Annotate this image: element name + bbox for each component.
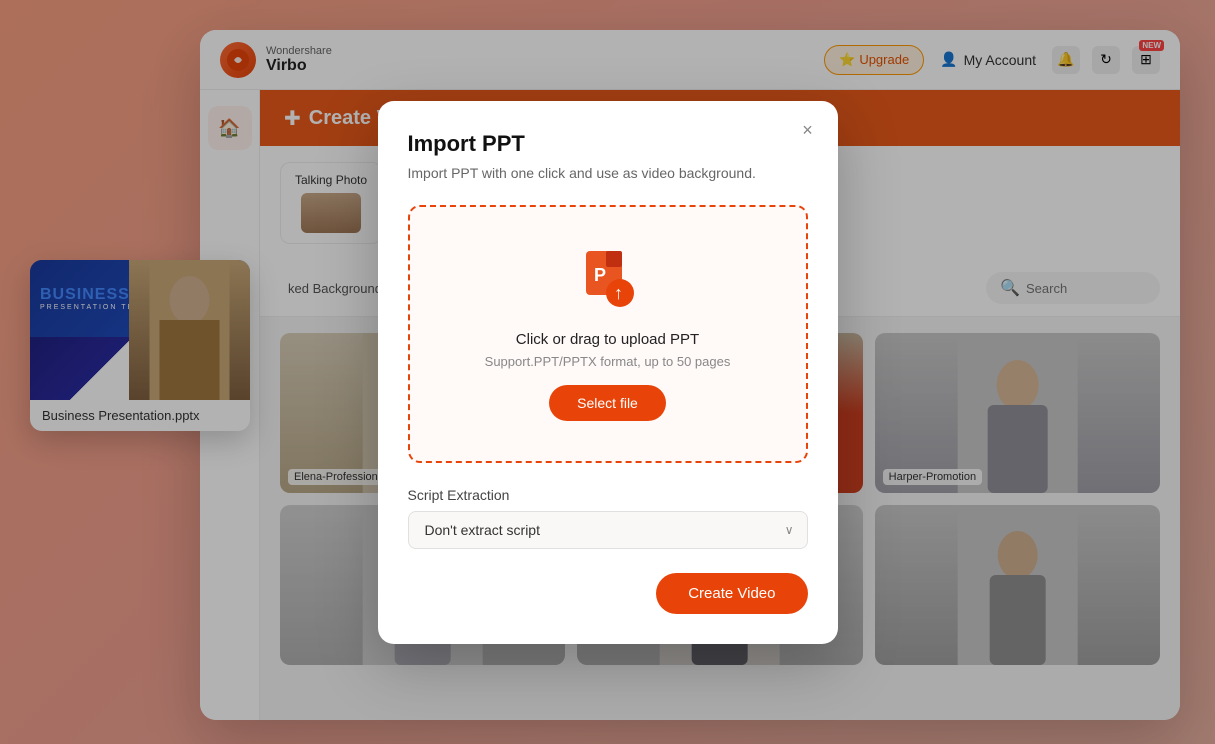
- script-select[interactable]: Don't extract script: [408, 511, 808, 549]
- modal-subtitle: Import PPT with one click and use as vid…: [408, 165, 808, 181]
- select-file-button[interactable]: Select file: [549, 385, 666, 421]
- create-video-button[interactable]: Create Video: [656, 573, 807, 614]
- modal-title: Import PPT: [408, 131, 808, 157]
- script-select-wrapper: Don't extract script: [408, 511, 808, 549]
- svg-text:↑: ↑: [614, 283, 623, 303]
- upload-area[interactable]: P ↑ Click or drag to upload PPT Support.…: [408, 205, 808, 463]
- upload-title: Click or drag to upload PPT: [430, 331, 786, 348]
- script-extraction-label: Script Extraction: [408, 487, 808, 503]
- upload-hint: Support.PPT/PPTX format, up to 50 pages: [430, 354, 786, 369]
- svg-text:P: P: [594, 265, 606, 285]
- script-section: Script Extraction Don't extract script: [408, 487, 808, 549]
- import-ppt-modal: × Import PPT Import PPT with one click a…: [378, 101, 838, 644]
- modal-close-button[interactable]: ×: [794, 117, 822, 145]
- modal-footer: Create Video: [408, 573, 808, 614]
- ppt-upload-icon: P ↑: [430, 247, 786, 319]
- modal-overlay: × Import PPT Import PPT with one click a…: [0, 0, 1215, 744]
